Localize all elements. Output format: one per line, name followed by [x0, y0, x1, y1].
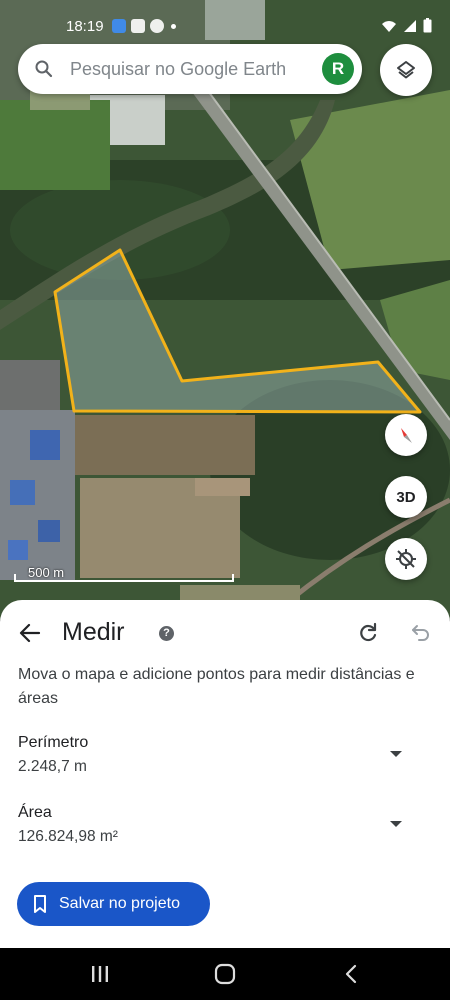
battery-icon	[423, 18, 432, 33]
app-notification-icon	[112, 19, 126, 33]
search-bar[interactable]: R	[18, 44, 362, 94]
save-button-label: Salvar no projeto	[59, 895, 180, 912]
home-icon	[214, 963, 236, 985]
notification-icons	[112, 19, 176, 33]
arrow-back-icon	[19, 623, 41, 643]
undo-icon	[412, 625, 429, 641]
area-row[interactable]: Área 126.824,98 m²	[18, 804, 428, 854]
layers-button[interactable]	[380, 44, 432, 96]
status-bar: 18:19	[0, 0, 450, 40]
system-nav-bar	[0, 948, 450, 1000]
system-icons	[381, 18, 432, 33]
gallery-notification-icon	[131, 19, 145, 33]
instructions-text: Mova o mapa e adicione pontos para medir…	[18, 666, 415, 707]
avatar[interactable]: R	[322, 53, 354, 85]
recents-button[interactable]	[85, 960, 115, 988]
search-input[interactable]	[70, 44, 310, 94]
perimeter-dropdown-icon[interactable]	[390, 751, 402, 757]
perimeter-row[interactable]: Perímetro 2.248,7 m	[18, 734, 428, 784]
wifi-icon	[382, 20, 396, 32]
perimeter-label: Perímetro	[18, 734, 89, 751]
more-notifications-icon	[171, 23, 176, 29]
nav-back-button[interactable]	[336, 960, 366, 988]
status-time: 18:19	[66, 18, 104, 35]
area-dropdown-icon[interactable]	[390, 821, 402, 827]
redo-icon	[360, 622, 377, 642]
whatsapp-notification-icon	[150, 19, 164, 33]
back-button[interactable]	[14, 617, 46, 649]
recents-icon	[92, 966, 108, 982]
recenter-button[interactable]	[385, 538, 427, 580]
home-button[interactable]	[210, 960, 240, 988]
perimeter-value: 2.248,7 m	[18, 758, 87, 775]
scale-tick-right	[232, 574, 234, 582]
page-title: Medir	[62, 618, 125, 646]
3d-button[interactable]: 3D	[385, 476, 427, 518]
help-icon[interactable]: ?	[159, 626, 174, 641]
scale-tick-left	[14, 574, 16, 582]
area-value: 126.824,98 m²	[18, 828, 118, 845]
bookmark-icon	[34, 895, 46, 913]
save-to-project-button[interactable]: Salvar no projeto	[17, 882, 210, 926]
redo-button[interactable]	[354, 619, 382, 647]
back-icon	[345, 964, 357, 984]
signal-icon	[404, 19, 416, 32]
layers-icon	[397, 61, 415, 79]
scale-label: 500 m	[28, 565, 65, 580]
location-off-icon	[396, 549, 416, 569]
measure-sheet: Medir ? Mova o mapa e adicione pontos pa…	[0, 600, 450, 948]
area-label: Área	[18, 804, 52, 821]
scale-line	[14, 580, 232, 582]
compass-icon	[401, 428, 412, 443]
compass-button[interactable]	[385, 414, 427, 456]
undo-button[interactable]	[406, 619, 434, 647]
satellite-map[interactable]: 18:19 R 3D	[0, 0, 450, 620]
map-scale: 500 m	[14, 565, 234, 585]
search-icon	[35, 60, 53, 78]
